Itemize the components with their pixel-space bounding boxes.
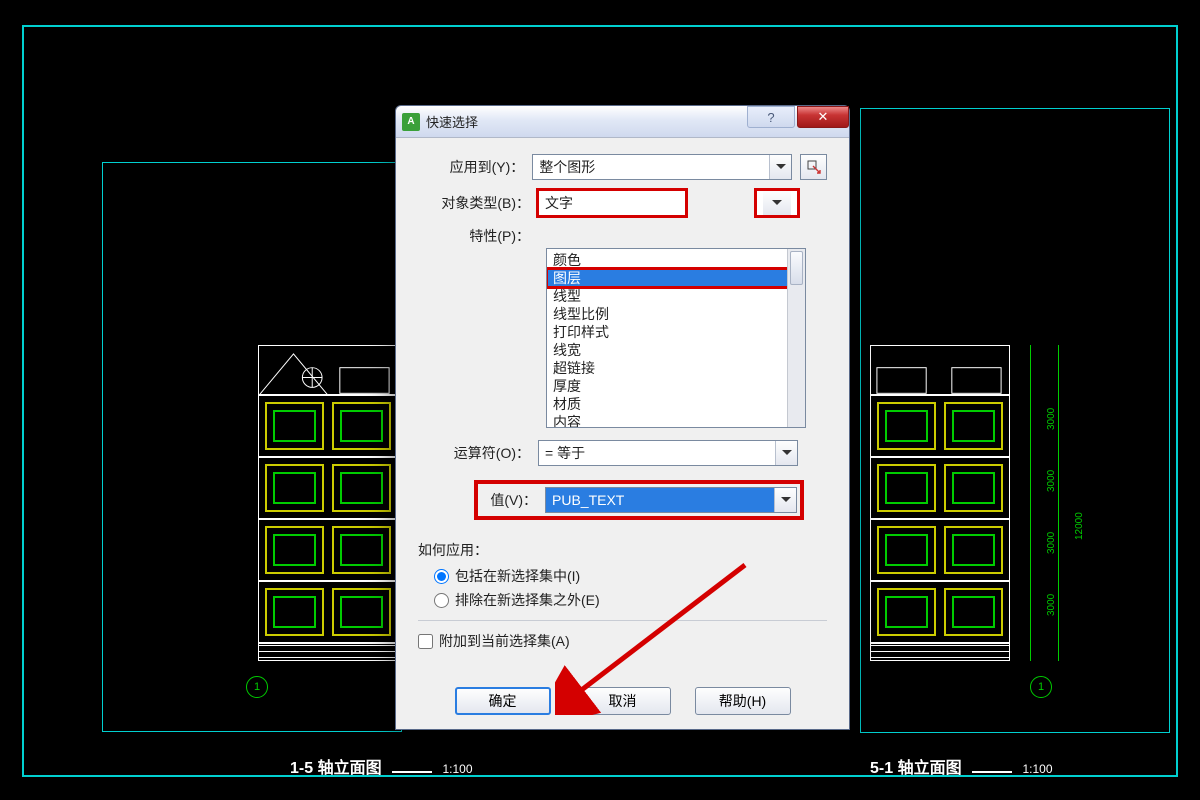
close-button[interactable]: ✕ [797, 106, 849, 128]
app-icon: A [402, 113, 420, 131]
dimension-text: 12000 [1074, 512, 1085, 540]
append-checkbox[interactable] [418, 634, 433, 649]
scale-text: 1:100 [442, 762, 472, 776]
chevron-down-icon[interactable] [769, 155, 791, 179]
cancel-button[interactable]: 取消 [575, 687, 671, 715]
list-item[interactable]: 颜色 [547, 251, 805, 269]
apply-to-combo[interactable]: 整个图形 [532, 154, 792, 180]
list-item-selected[interactable]: 图层 [547, 269, 805, 287]
property-label: 特性(P)： [418, 226, 538, 246]
operator-value: = 等于 [545, 443, 585, 463]
drawing-title-left: 1-5 轴立面图 1:100 [290, 754, 473, 778]
quick-select-dialog: A 快速选择 ? ✕ 应用到(Y)： 整个图形 对象类型(B)： 文字 [395, 105, 850, 730]
scale-text: 1:100 [1022, 762, 1052, 776]
title-text: 5-1 轴立面图 [870, 760, 962, 777]
dimension-rail [1030, 345, 1031, 661]
property-listbox[interactable]: 颜色 图层 线型 线型比例 打印样式 线宽 超链接 厚度 材质 内容 样式 注释… [546, 248, 806, 428]
grid-bubble-right: 1 [1030, 676, 1052, 698]
list-item[interactable]: 厚度 [547, 377, 805, 395]
dimension-text: 3000 [1046, 532, 1057, 554]
radio-include-input[interactable] [434, 569, 449, 584]
dimension-rail [1058, 345, 1059, 661]
dimension-text: 3000 [1046, 594, 1057, 616]
object-type-label: 对象类型(B)： [418, 193, 538, 213]
dimension-text: 3000 [1046, 408, 1057, 430]
radio-exclude-input[interactable] [434, 593, 449, 608]
scrollbar[interactable] [787, 249, 805, 427]
how-apply-label: 如何应用： [418, 540, 827, 560]
help-button[interactable]: ? [747, 106, 795, 128]
scrollbar-thumb[interactable] [790, 251, 803, 285]
list-item[interactable]: 线型 [547, 287, 805, 305]
dimension-text: 3000 [1046, 470, 1057, 492]
ok-button[interactable]: 确定 [455, 687, 551, 715]
apply-to-label: 应用到(Y)： [418, 157, 532, 177]
title-text: 1-5 轴立面图 [290, 760, 382, 777]
list-item[interactable]: 线型比例 [547, 305, 805, 323]
radio-exclude[interactable]: 排除在新选择集之外(E) [434, 590, 827, 610]
dialog-title: 快速选择 [426, 112, 478, 131]
list-item[interactable]: 线宽 [547, 341, 805, 359]
value-label: 值(V)： [481, 490, 545, 510]
titlebar[interactable]: A 快速选择 ? ✕ [396, 106, 849, 138]
operator-label: 运算符(O)： [418, 443, 538, 463]
elevation-drawing-left [258, 345, 398, 655]
list-item[interactable]: 超链接 [547, 359, 805, 377]
list-item[interactable]: 内容 [547, 413, 805, 428]
object-type-arrow[interactable] [756, 190, 798, 216]
chevron-down-icon[interactable] [763, 191, 791, 215]
value-value: PUB_TEXT [552, 492, 624, 508]
radio-include[interactable]: 包括在新选择集中(I) [434, 566, 827, 586]
dialog-button-row: 确定 取消 帮助(H) [396, 677, 849, 729]
elevation-drawing-right [870, 345, 1010, 655]
drawing-title-right: 5-1 轴立面图 1:100 [870, 754, 1053, 778]
radio-exclude-text: 排除在新选择集之外(E) [455, 590, 600, 610]
append-checkbox-row[interactable]: 附加到当前选择集(A) [418, 631, 827, 651]
chevron-down-icon[interactable] [774, 488, 796, 512]
list-item[interactable]: 材质 [547, 395, 805, 413]
select-objects-button[interactable] [800, 154, 827, 180]
chevron-down-icon[interactable] [775, 441, 797, 465]
grid-bubble-left: 1 [246, 676, 268, 698]
object-type-value: 文字 [545, 193, 573, 213]
operator-combo[interactable]: = 等于 [538, 440, 798, 466]
apply-to-value: 整个图形 [539, 157, 595, 177]
append-checkbox-text: 附加到当前选择集(A) [439, 631, 570, 651]
list-item[interactable]: 打印样式 [547, 323, 805, 341]
object-type-combo[interactable]: 文字 [538, 190, 686, 216]
value-combo[interactable]: PUB_TEXT [545, 487, 797, 513]
help-button[interactable]: 帮助(H) [695, 687, 791, 715]
radio-include-text: 包括在新选择集中(I) [455, 566, 580, 586]
